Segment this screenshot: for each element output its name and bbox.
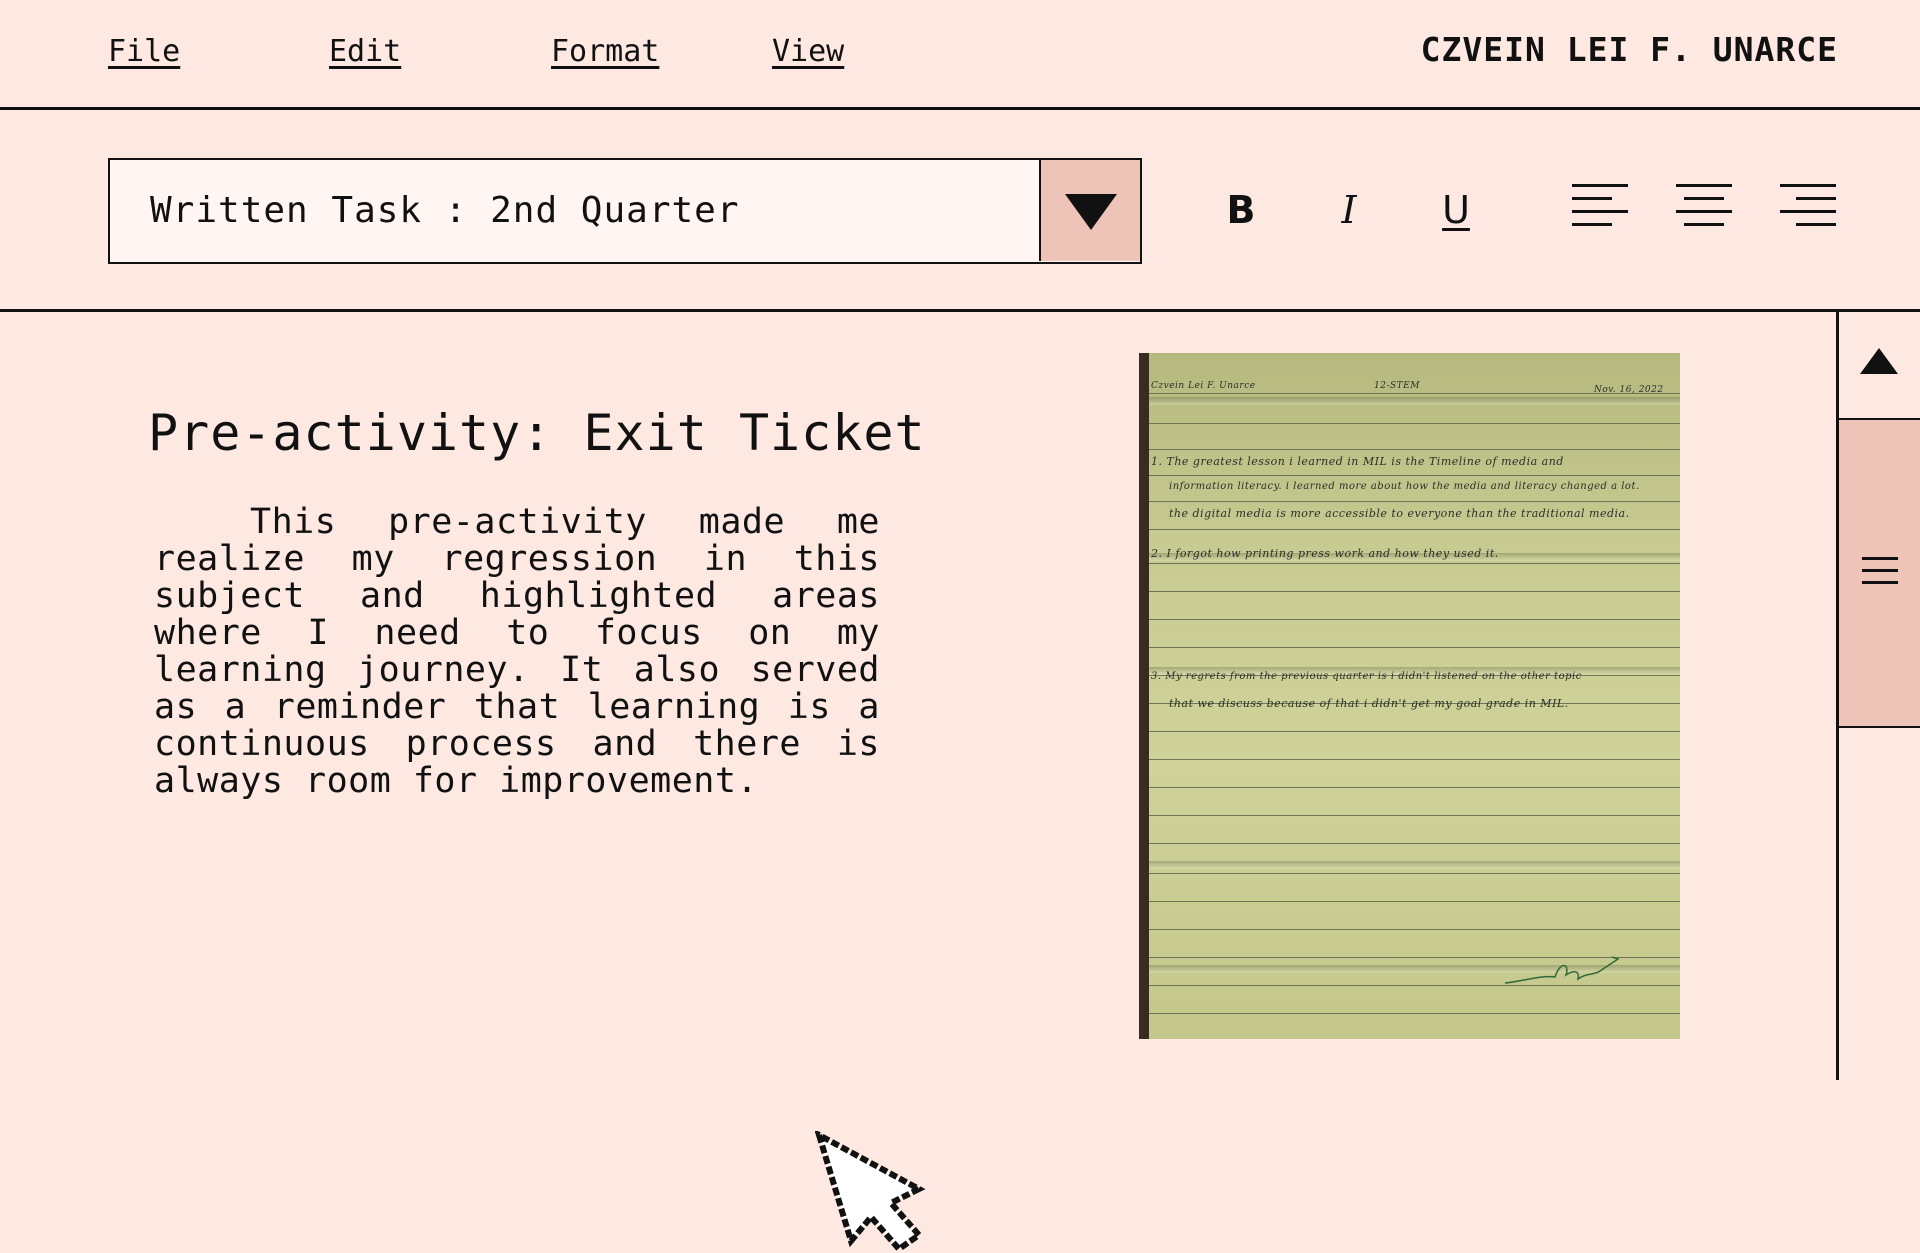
document-title: Pre-activity: Exit Ticket — [148, 404, 926, 462]
align-left-icon[interactable] — [1572, 182, 1628, 228]
scroll-thumb[interactable] — [1839, 420, 1920, 728]
user-name: CZVEIN LEI F. UNARCE — [1420, 30, 1838, 69]
menu-view[interactable]: View — [772, 34, 844, 69]
note-header-name: Czvein Lei F. Unarce — [1151, 381, 1256, 391]
italic-button[interactable]: I — [1324, 188, 1374, 232]
note-header-date: Nov. 16, 2022 — [1594, 385, 1664, 395]
menu-file[interactable]: File — [108, 34, 180, 69]
vertical-scrollbar[interactable] — [1836, 312, 1920, 1080]
scroll-up-icon — [1860, 348, 1898, 374]
bold-button[interactable]: B — [1216, 188, 1266, 232]
note-line: the digital media is more accessible to … — [1169, 507, 1630, 520]
menu-bar: File Edit Format View CZVEIN LEI F. UNAR… — [0, 0, 1920, 110]
align-right-icon[interactable] — [1780, 182, 1836, 228]
note-line: 3. My regrets from the previous quarter … — [1151, 671, 1582, 682]
dropdown-arrow-icon — [1065, 194, 1117, 230]
note-line: that we discuss because of that i didn't… — [1169, 697, 1569, 710]
document-select-value: Written Task : 2nd Quarter — [150, 190, 740, 231]
note-header-section: 12-STEM — [1374, 381, 1420, 391]
document-area[interactable]: Pre-activity: Exit Ticket This pre-activ… — [0, 312, 1836, 1253]
document-select[interactable]: Written Task : 2nd Quarter — [108, 158, 1142, 264]
note-line: information literacy. i learned more abo… — [1169, 481, 1640, 492]
dropdown-button[interactable] — [1039, 160, 1140, 261]
scroll-up-button[interactable] — [1839, 312, 1920, 420]
menu-grip-icon — [1862, 557, 1898, 585]
signature-image — [1504, 956, 1620, 984]
underline-button[interactable]: U — [1431, 188, 1481, 232]
document-body: This pre-activity made me realize my reg… — [154, 502, 880, 801]
toolbar: Written Task : 2nd Quarter B I U — [0, 110, 1920, 312]
mouse-cursor-icon — [815, 1131, 926, 1253]
align-center-icon[interactable] — [1676, 182, 1732, 228]
menu-edit[interactable]: Edit — [329, 34, 401, 69]
note-line: 2. I forgot how printing press work and … — [1151, 547, 1499, 560]
note-line: 1. The greatest lesson i learned in MIL … — [1151, 455, 1564, 468]
handwritten-note-photo: Czvein Lei F. Unarce 12-STEM Nov. 16, 20… — [1139, 353, 1680, 1039]
menu-format[interactable]: Format — [551, 34, 659, 69]
